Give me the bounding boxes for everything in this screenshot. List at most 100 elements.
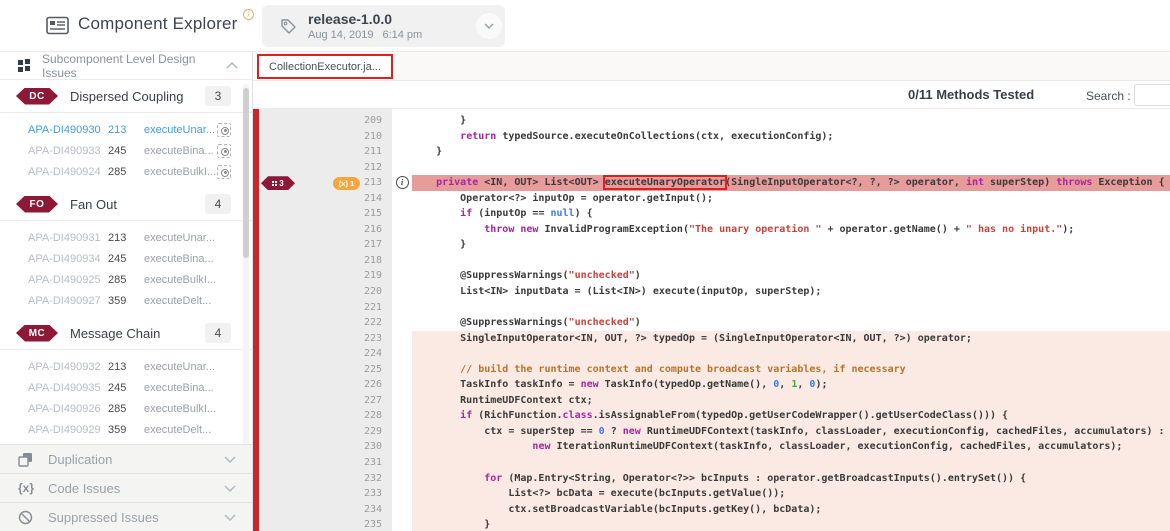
sidebar-section-header[interactable]: Subcomponent Level Design Issues (0, 52, 252, 80)
code-line: 216 throw new InvalidProgramException("T… (253, 222, 1170, 238)
code-line: 233 List<?> bcData = execute(bcInputs.ge… (253, 486, 1170, 502)
gutter-icon-slot: i (392, 175, 412, 191)
gutter-icon-slot (392, 144, 412, 160)
issue-row[interactable]: APA-DI490930 213 executeUnar... (0, 119, 252, 140)
issue-type-name: Fan Out (70, 196, 117, 212)
code-gutter: 234 (253, 502, 392, 518)
code-text: for (Map.Entry<String, Operator<?>> bcIn… (412, 470, 1170, 487)
chevron-down-icon (224, 479, 236, 497)
tag-icon (280, 18, 297, 40)
code-line: 225 // build the runtime context and com… (253, 361, 1170, 378)
code-text: } (412, 239, 467, 251)
issue-row[interactable]: APA-DI490926 285 executeBulkI... (0, 398, 252, 419)
line-number: 233 (363, 488, 382, 500)
code-gutter: 227 (253, 393, 392, 409)
issue-rows: APA-DI490932 213 executeUnar... APA-DI49093… (0, 350, 252, 440)
issue-row[interactable]: APA-DI490935 245 executeBina... (0, 377, 252, 398)
code-line: 223 SingleInputOperator<IN, OUT, ?> type… (253, 330, 1170, 347)
code-line: 230 new IterationRuntimeUDFContext(taskI… (253, 439, 1170, 456)
gutter-icon-slot (392, 253, 412, 269)
issue-type-badge: DC (16, 88, 58, 105)
issue-count-badge: 3 (205, 86, 231, 106)
accordion-duplication[interactable]: Duplication (0, 444, 252, 473)
info-icon[interactable]: i (243, 9, 254, 20)
code-line: 221 (253, 300, 1170, 316)
code-line: 231 (253, 455, 1170, 471)
issue-count-badge: 4 (205, 323, 231, 343)
tab-collectionexecutor[interactable]: CollectionExecutor.ja... (257, 54, 393, 79)
gutter-icon-slot (392, 237, 412, 253)
accordion-code-issues[interactable]: {x} Code Issues (0, 473, 252, 502)
sidebar-scrollbar[interactable] (243, 84, 249, 504)
design-issue-count-badge[interactable]: 3 (261, 176, 295, 190)
code-gutter: 233 (253, 486, 392, 502)
code-gutter: 223 (253, 331, 392, 347)
gutter-icon-slot (392, 424, 412, 440)
code-line: 215 if (inputOp == null) { (253, 206, 1170, 222)
issue-row[interactable]: APA-DI490927 359 executeDelt... (0, 290, 252, 311)
line-number: 213 (363, 177, 382, 189)
line-number: 220 (363, 286, 382, 298)
focus-eye-icon[interactable] (217, 122, 231, 137)
issue-row[interactable]: APA-DI490934 245 executeBina... (0, 248, 252, 269)
design-issue-group-header[interactable]: MC Message Chain 4 (0, 323, 252, 350)
design-issue-group: MC Message Chain 4 APA-DI490932 213 executeUn… (0, 323, 252, 440)
issue-row[interactable]: APA-DI490929 359 executeDelt... (0, 419, 252, 440)
issue-id: APA-DI490931 (28, 231, 101, 244)
focus-eye-icon[interactable] (217, 164, 231, 179)
issue-id: APA-DI490932 (28, 360, 101, 373)
code-gutter: 218 (253, 253, 392, 269)
scrollbar-thumb[interactable] (243, 88, 249, 258)
issue-row[interactable]: APA-DI490933 245 executeBina... (0, 140, 252, 161)
gutter-icon-slot (392, 300, 412, 316)
issue-row[interactable]: APA-DI490924 285 executeBulkI... (0, 161, 252, 182)
issue-rows: APA-DI490930 213 executeUnar... APA-DI49093… (0, 113, 252, 182)
code-text: Operator<?> inputOp = operator.getInput(… (412, 192, 714, 204)
sidebar: Subcomponent Level Design Issues DC Dispe… (0, 52, 253, 531)
issue-method-name: executeBina... (144, 144, 214, 157)
line-number: 223 (363, 332, 382, 344)
code-gutter: 219 (253, 268, 392, 284)
focus-eye-icon[interactable] (217, 143, 231, 158)
line-number: 222 (363, 317, 382, 329)
issue-line-number: 245 (108, 144, 127, 157)
issue-row[interactable]: APA-DI490925 285 executeBulkI... (0, 269, 252, 290)
code-line: 220 List<IN> inputData = (List<IN>) exec… (253, 284, 1170, 300)
issue-method-name: executeBina... (144, 252, 214, 265)
code-gutter: 226 (253, 377, 392, 393)
code-text: ctx = superStep == 0 ? new RuntimeUDFCon… (412, 423, 1170, 440)
accordion-suppressed-issues[interactable]: Suppressed Issues (0, 502, 252, 531)
issue-method-name: executeDelt... (144, 423, 212, 436)
code-text: } (412, 146, 443, 158)
code-line: 219 @SuppressWarnings("unchecked") (253, 268, 1170, 284)
line-number: 210 (363, 130, 382, 142)
code-line: 211 } (253, 144, 1170, 160)
line-number: 235 (363, 519, 382, 531)
code-gutter: 210 (253, 129, 392, 145)
issue-row[interactable]: APA-DI490932 213 executeUnar... (0, 356, 252, 377)
chevron-down-icon[interactable] (476, 13, 502, 39)
line-number: 209 (363, 115, 382, 126)
gutter-icon-slot (392, 408, 412, 424)
issue-id: APA-DI490926 (28, 402, 101, 415)
issue-row[interactable]: APA-DI490931 213 executeUnar... (0, 227, 252, 248)
accordion-label: Code Issues (48, 480, 121, 496)
code-line: 232 for (Map.Entry<String, Operator<?>> … (253, 470, 1170, 487)
search-input[interactable] (1134, 84, 1170, 106)
design-issue-group-header[interactable]: FO Fan Out 4 (0, 194, 252, 221)
grid-icon (18, 59, 31, 72)
info-circle-icon[interactable]: i (395, 176, 409, 190)
code-gutter: 230 (253, 439, 392, 455)
code-gutter: 209 (253, 113, 392, 129)
design-issue-group-header[interactable]: DC Dispersed Coupling 3 (0, 86, 252, 113)
release-selector[interactable]: release-1.0.0 Aug 14, 2019 6:14 pm (262, 5, 505, 47)
issue-id: APA-DI490934 (28, 252, 101, 265)
gutter-icon-slot (392, 206, 412, 222)
page-title: Component Explorer (78, 14, 238, 33)
code-toolbar: 0/11 Methods Tested Search : (253, 81, 1170, 109)
issue-method-name: executeUnar... (144, 360, 215, 373)
line-number: 211 (363, 146, 382, 158)
code-issue-count-badge[interactable]: (x) 1 (333, 176, 360, 190)
